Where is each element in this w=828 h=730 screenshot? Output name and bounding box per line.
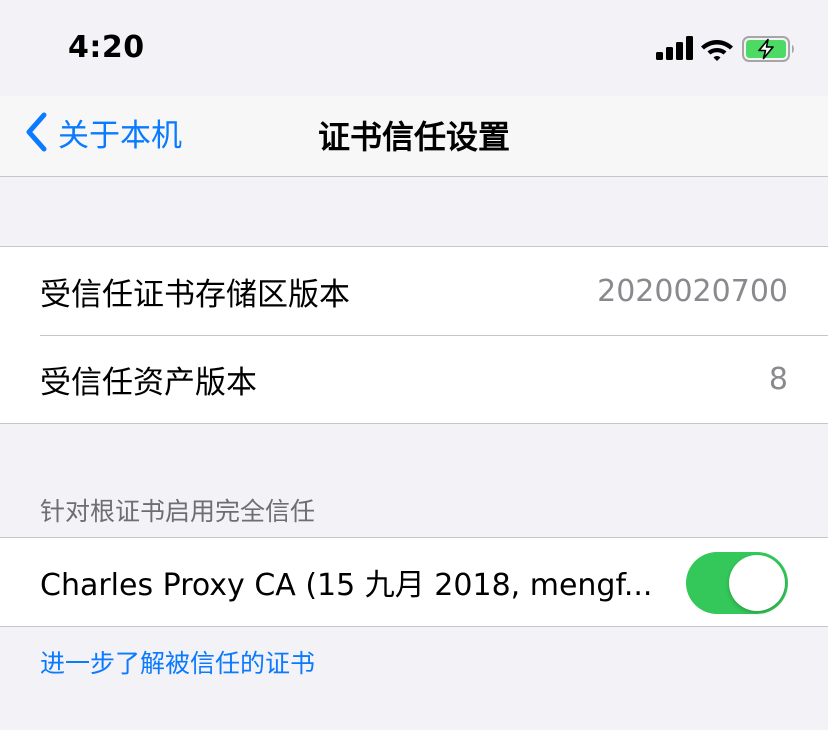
list-item-asset-version: 受信任资产版本 8 xyxy=(0,335,828,423)
section-header-full-trust: 针对根证书启用完全信任 xyxy=(40,497,316,526)
certificate-trust-toggle[interactable] xyxy=(686,552,788,614)
list-item-certificate: Charles Proxy CA (15 九月 2018, mengf... xyxy=(0,538,828,626)
certificate-label: Charles Proxy CA (15 九月 2018, mengf... xyxy=(40,568,653,603)
asset-version-value: 8 xyxy=(768,361,788,397)
signal-icon xyxy=(656,36,693,60)
certificate-trust-group: Charles Proxy CA (15 九月 2018, mengf... xyxy=(0,537,828,627)
status-time: 4:20 xyxy=(68,30,145,65)
version-info-group: 受信任证书存储区版本 2020020700 受信任资产版本 8 xyxy=(0,246,828,424)
asset-version-label: 受信任资产版本 xyxy=(40,364,257,401)
store-version-value: 2020020700 xyxy=(597,273,788,309)
navigation-bar: 关于本机 证书信任设置 xyxy=(0,96,828,177)
list-item-store-version: 受信任证书存储区版本 2020020700 xyxy=(0,247,828,335)
wifi-icon xyxy=(701,40,733,61)
page-title: 证书信任设置 xyxy=(317,118,510,156)
battery-charging-icon xyxy=(742,36,794,62)
toggle-knob xyxy=(729,555,785,611)
store-version-label: 受信任证书存储区版本 xyxy=(40,276,350,313)
status-bar: 4:20 xyxy=(0,0,828,96)
learn-more-link[interactable]: 进一步了解被信任的证书 xyxy=(40,644,315,680)
